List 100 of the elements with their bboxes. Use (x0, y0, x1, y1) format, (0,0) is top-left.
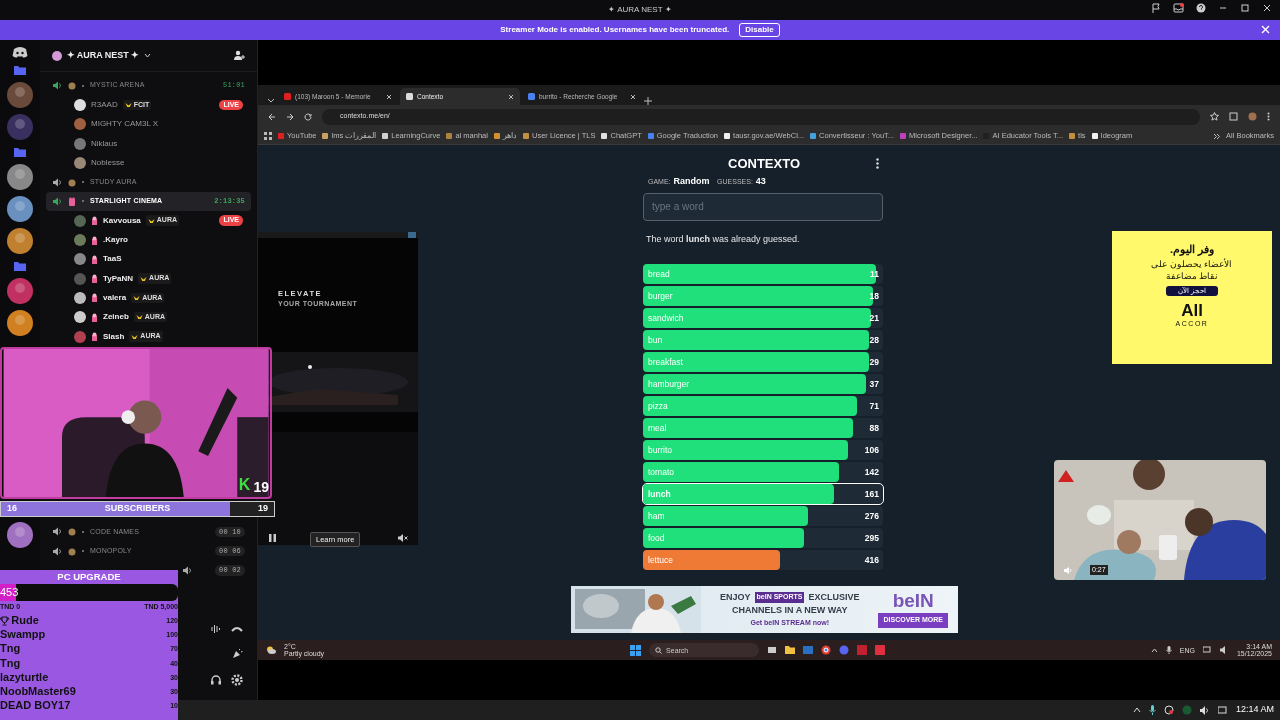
user-avatar[interactable] (74, 311, 86, 324)
folder-icon[interactable] (13, 260, 27, 272)
weather-icon (266, 646, 276, 654)
task-view-icon[interactable] (767, 645, 778, 655)
headphones-icon[interactable] (210, 674, 222, 685)
server-icon[interactable] (7, 278, 33, 304)
ad-headline: EXCLUSIVE (808, 590, 860, 604)
close-icon[interactable] (1262, 3, 1272, 13)
folder-icon[interactable] (13, 64, 27, 76)
new-tab-icon[interactable] (644, 97, 652, 105)
user-name[interactable]: .Kayro (103, 234, 128, 246)
guess-rank: 106 (864, 443, 879, 457)
speaker-icon (52, 196, 62, 206)
back-icon[interactable] (268, 112, 276, 121)
close-icon[interactable] (508, 93, 514, 100)
server-icon[interactable] (7, 228, 33, 254)
guess-rank: 416 (864, 553, 879, 567)
guess-word: food (648, 531, 665, 545)
reload-icon[interactable] (304, 112, 312, 121)
popcorn-icon (91, 254, 98, 264)
network-icon[interactable] (1202, 646, 1212, 654)
server-icon[interactable] (7, 164, 33, 190)
inbox-icon[interactable] (1173, 3, 1184, 13)
server-name[interactable]: ✦ AURA NEST ✦ (66, 48, 140, 63)
goal-title: PC UPGRADE (56, 570, 122, 584)
discord-icon[interactable] (12, 46, 28, 58)
more-options-icon[interactable] (876, 158, 879, 169)
user-avatar[interactable] (74, 98, 86, 111)
guess-word: pizza (648, 399, 668, 413)
user-name[interactable]: TaaS (103, 253, 122, 266)
crown-icon (135, 314, 143, 321)
folder-icon[interactable] (785, 645, 796, 655)
user-name[interactable]: TyPaNN (103, 272, 134, 285)
chevron-up-icon[interactable] (1150, 647, 1158, 653)
server-icon[interactable] (7, 196, 33, 222)
user-name[interactable]: MIGHTY CAM3L X (91, 118, 159, 131)
donor-name: DEAD BOY17 (0, 700, 71, 712)
close-icon[interactable] (386, 93, 392, 100)
crown-icon (147, 217, 155, 224)
user-avatar[interactable] (74, 156, 86, 169)
network-icon[interactable] (1217, 705, 1228, 715)
chrome-icon[interactable] (821, 645, 832, 655)
add-people-icon[interactable] (233, 50, 245, 61)
server-icon[interactable] (7, 310, 33, 336)
status-message: The word lunch was already guessed. (645, 232, 801, 246)
goal-label: SUBSCRIBERS (104, 502, 171, 516)
chevron-up-icon[interactable] (1132, 707, 1141, 713)
site-icon (284, 93, 291, 100)
speaker-icon (52, 177, 62, 187)
help-icon[interactable] (1196, 3, 1206, 13)
app-icon[interactable] (1163, 705, 1174, 715)
user-name[interactable]: Kavvousa (103, 214, 141, 227)
user-name[interactable]: valera (103, 291, 127, 304)
mail-icon[interactable] (803, 645, 814, 655)
volume-icon[interactable] (1199, 705, 1210, 715)
user-name[interactable]: Slash (103, 330, 125, 343)
more-icon[interactable] (1213, 132, 1221, 140)
crown-icon (133, 294, 141, 301)
disable-button[interactable]: Disable (739, 23, 780, 37)
voice-activity-icon[interactable] (210, 624, 222, 634)
user-name[interactable]: Noblesse (91, 156, 125, 169)
user-name[interactable]: R3AAD (91, 98, 118, 111)
speaker-icon (52, 81, 62, 91)
guess-rank: 28 (869, 333, 879, 347)
server-icon (52, 50, 62, 61)
popcorn-icon (91, 235, 98, 245)
popcorn-icon (91, 293, 98, 303)
chevron-down-icon[interactable] (143, 53, 151, 58)
server-icon[interactable] (7, 82, 33, 108)
guess-word: lettuce (648, 553, 674, 567)
disconnect-icon[interactable] (231, 624, 243, 634)
microphone-icon[interactable] (1148, 705, 1156, 715)
donor-name: Tng (0, 657, 21, 669)
word-input[interactable]: type a word (643, 192, 883, 221)
flag-icon[interactable] (1151, 3, 1161, 13)
popcorn-icon (91, 312, 98, 322)
ad-headline: CHANNELS IN A NEW WAY (732, 604, 848, 618)
apps-icon[interactable] (264, 132, 272, 140)
soundboard-icon[interactable] (231, 648, 243, 660)
brand-logo: beIN (892, 591, 934, 611)
maximize-icon[interactable] (1240, 3, 1250, 13)
forward-icon[interactable] (286, 112, 294, 121)
user-name[interactable]: Niklaus (91, 137, 118, 150)
donor-name: lazyturtle (0, 671, 49, 683)
banner-text: Streamer Mode is enabled. Usernames have been truncated. (500, 24, 730, 36)
user-avatar[interactable] (74, 291, 86, 304)
folder-icon[interactable] (13, 146, 27, 158)
guess-rank: 295 (864, 531, 879, 545)
server-icon[interactable] (7, 522, 33, 548)
settings-icon[interactable] (231, 674, 243, 686)
menu-icon[interactable] (1267, 112, 1270, 121)
goal-current: 16 (7, 502, 17, 516)
user-name[interactable]: Zeineb (103, 311, 129, 324)
extensions-icon[interactable] (1229, 112, 1238, 121)
star-icon[interactable] (1210, 112, 1219, 121)
profile-icon[interactable] (1248, 112, 1257, 121)
close-icon[interactable] (630, 93, 636, 100)
microphone-icon[interactable] (1165, 646, 1172, 654)
guess-word: tomato (648, 465, 674, 479)
windows-icon[interactable] (630, 644, 642, 656)
